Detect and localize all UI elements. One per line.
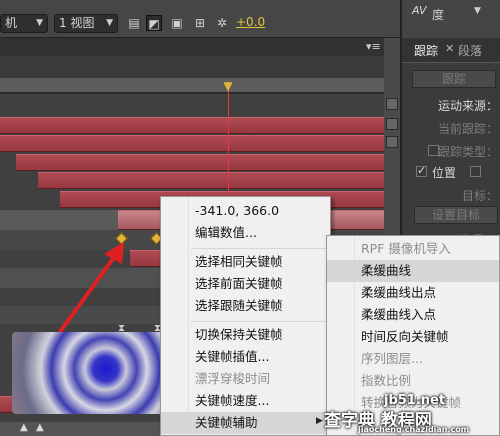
menu-item-rpf-camera-import: RPF 摄像机导入 [361, 241, 451, 256]
layer-duration-bar[interactable] [16, 154, 384, 171]
current-time-handle-icon[interactable]: ▼ [221, 80, 235, 92]
chevron-down-icon: ▼ [36, 18, 43, 28]
track-type-checkbox[interactable] [428, 145, 439, 156]
menu-item-select-previous-keyframes[interactable]: 选择前面关键帧 [161, 273, 330, 295]
menu-item-keyframe-assistant[interactable]: 关键帧辅助 [161, 412, 330, 434]
layer-duration-bar[interactable] [0, 117, 384, 134]
grid-toggle-icon[interactable]: ▤ [126, 15, 142, 31]
annotation-arrow [52, 242, 124, 342]
menu-item-value-readout[interactable]: -341.0, 366.0 [161, 200, 330, 222]
exposure-icon[interactable]: ✲ [214, 15, 230, 31]
menu-item-time-reverse-keyframes[interactable]: 时间反向关键帧 [327, 326, 499, 348]
track-type-label: 跟踪类型： [438, 145, 499, 159]
watermark-url: jiaocheng.chazidian.com [358, 425, 470, 434]
tracking-icon: AV [412, 4, 427, 17]
menu-item-select-equal-keyframes[interactable]: 选择相同关键帧 [161, 251, 330, 273]
target-label: 目标： [462, 189, 499, 203]
check-icon: ✓ [417, 164, 427, 177]
keyframe-context-menu: -341.0, 366.0 编辑数值... 选择相同关键帧 选择前面关键帧 选择… [160, 196, 331, 436]
view-dropdown-label: 1 视图 [59, 16, 95, 30]
menu-item-easy-ease-out[interactable]: 柔缓曲线出点 [327, 282, 499, 304]
panel-menu-icon[interactable]: ▾≡ [366, 40, 381, 53]
layout-dropdown[interactable]: 机 ▼ [0, 14, 48, 33]
tab-paragraph[interactable]: 段落 [458, 42, 482, 59]
chevron-down-icon: ▼ [106, 18, 113, 28]
menu-item-rove-across-time: 漂浮穿梭时间 [195, 371, 271, 386]
menu-item-edit-value[interactable]: 编辑数值... [161, 222, 330, 244]
menu-item-sequence-layers: 序列图层... [361, 351, 423, 366]
snapshot-icon[interactable]: ◩ [146, 15, 162, 31]
flowchart-icon[interactable]: ⊞ [192, 15, 208, 31]
close-icon[interactable]: ✕ [445, 42, 454, 55]
character-panel-strip: AV 度 ▼ [402, 0, 500, 38]
position-label: 位置 [432, 166, 457, 180]
menu-item-toggle-hold-keyframe[interactable]: 切换保持关键帧 [161, 324, 330, 346]
position-checkbox[interactable]: ✓ [416, 164, 427, 177]
set-target-button[interactable]: 设置目标 [414, 206, 498, 224]
rotation-checkbox[interactable] [470, 166, 481, 177]
scroll-handle[interactable] [386, 98, 398, 110]
annotation-arrow-shaft [52, 250, 120, 342]
menu-item-easy-ease[interactable]: 柔缓曲线 [327, 260, 499, 282]
menu-item-select-following-keyframes[interactable]: 选择跟随关键帧 [161, 295, 330, 317]
menu-item-easy-ease-in[interactable]: 柔缓曲线入点 [327, 304, 499, 326]
menu-separator [191, 248, 327, 249]
exposure-offset-value[interactable]: +0.0 [236, 15, 265, 29]
tab-tracker[interactable]: 跟踪 [414, 42, 438, 59]
monitor-icon[interactable]: ▣ [169, 15, 185, 31]
timeline-panel-header: ▾≡ [0, 38, 384, 56]
timeline-zoom-bar[interactable]: ▲ ▲ [0, 422, 160, 436]
view-dropdown[interactable]: 1 视图 ▼ [54, 14, 118, 33]
zoom-out-icon[interactable]: ▲ [20, 422, 28, 433]
chevron-down-icon[interactable]: ▼ [474, 6, 481, 16]
track-camera-button[interactable]: 跟踪 [412, 70, 496, 88]
layout-dropdown-label: 机 [5, 16, 18, 30]
zoom-in-icon[interactable]: ▲ [36, 422, 44, 433]
panel-divider [402, 62, 500, 63]
menu-item-keyframe-interpolation[interactable]: 关键帧插值... [161, 346, 330, 368]
tracking-label: 度 [432, 8, 445, 22]
timeline-toolbar: 机 ▼ 1 视图 ▼ ▤ ◩ ▣ ⊞ ✲ +0.0 [0, 0, 400, 38]
layer-row[interactable] [0, 210, 118, 230]
ruler-baseline [0, 92, 384, 94]
motion-source-label: 运动来源： [438, 99, 499, 113]
menu-item-exponential-scale: 指数比例 [361, 373, 412, 388]
menu-item-keyframe-velocity[interactable]: 关键帧速度... [161, 390, 330, 412]
layer-duration-bar[interactable] [0, 135, 384, 152]
scroll-handle[interactable] [386, 136, 398, 148]
watermark: jb51.net 查字典 教程网 jiaocheng.chazidian.com [322, 393, 500, 436]
current-track-label: 当前跟踪： [438, 122, 499, 136]
layer-duration-bar[interactable] [38, 172, 384, 189]
scroll-handle[interactable] [386, 118, 398, 130]
obscured-preview-image [12, 332, 182, 414]
menu-separator [191, 321, 327, 322]
